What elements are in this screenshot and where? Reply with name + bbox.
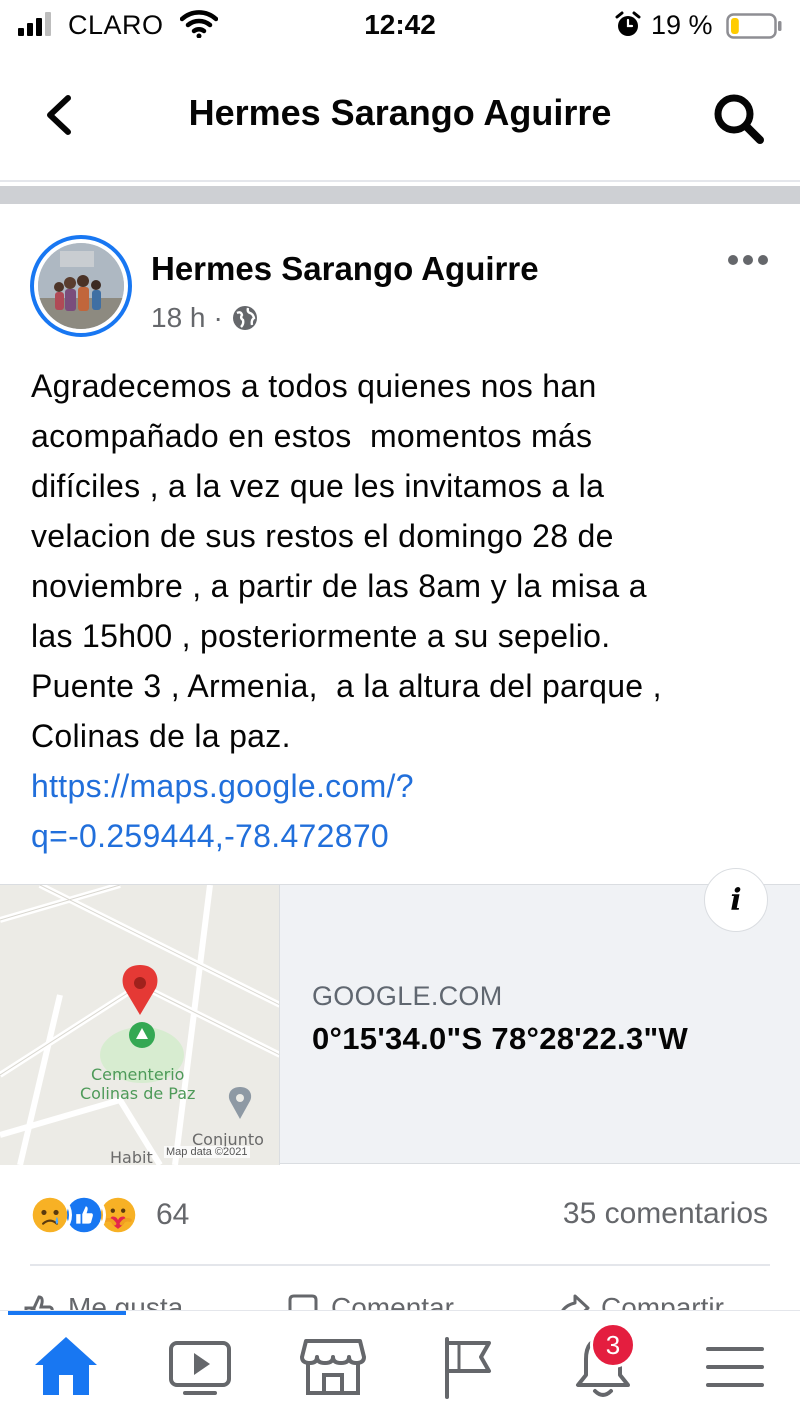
- thumbs-up-icon: [24, 1295, 54, 1312]
- share-icon: [560, 1294, 590, 1312]
- post-text-line: Colinas de la paz.: [31, 718, 291, 754]
- post-text-line: difíciles , a la vez que les invitamos a…: [31, 468, 605, 504]
- video-icon[interactable]: [165, 1331, 235, 1401]
- alarm-icon: [615, 11, 641, 36]
- status-bar: CLARO 12:42 19 %: [0, 0, 800, 52]
- globe-icon: [232, 306, 257, 330]
- share-label: Compartir: [601, 1292, 724, 1312]
- battery-percentage: 19 %: [651, 10, 713, 40]
- post-body: Agradecemos a todos quienes nos han acom…: [31, 361, 781, 861]
- avatar-photo: [38, 243, 124, 329]
- info-icon[interactable]: i: [704, 868, 768, 932]
- comment-icon: [288, 1294, 318, 1312]
- top-app-bar: Hermes Sarango Aguirre: [0, 52, 800, 180]
- sad-reaction-icon: [28, 1193, 72, 1237]
- map-place-label: Cementerio Colinas de Paz: [80, 1065, 196, 1103]
- post-text-line: Agradecemos a todos quienes nos han: [31, 368, 597, 404]
- post-text-line: Puente 3 , Armenia, a la altura del parq…: [31, 668, 662, 704]
- battery-icon: [726, 13, 782, 39]
- actions-divider: [30, 1264, 770, 1266]
- author-avatar[interactable]: [30, 235, 132, 337]
- like-button[interactable]: Me gusta: [22, 1292, 183, 1312]
- post-text-line: velacion de sus restos el domingo 28 de: [31, 518, 614, 554]
- comment-label: Comentar: [331, 1292, 454, 1312]
- header-divider: [0, 180, 800, 182]
- reaction-summary[interactable]: 64: [28, 1192, 189, 1238]
- preview-title: 0°15'34.0"S 78°28'22.3"W: [312, 1021, 689, 1056]
- pages-flag-icon[interactable]: [431, 1331, 501, 1401]
- map-habitat-label: Habit: [110, 1148, 153, 1165]
- maps-link-line[interactable]: q=-0.259444,-78.472870: [31, 811, 781, 861]
- more-options-icon[interactable]: [725, 248, 771, 272]
- menu-icon[interactable]: [700, 1331, 770, 1401]
- home-icon[interactable]: [31, 1331, 101, 1401]
- map-thumbnail: Cementerio Colinas de Paz Conjunto Habit…: [0, 885, 280, 1165]
- post-actions-row: Me gusta Comentar Compartir: [0, 1290, 800, 1312]
- preview-source-domain: GOOGLE.COM: [312, 981, 503, 1011]
- comments-count[interactable]: 35 comentarios: [563, 1197, 768, 1231]
- notification-badge: 3: [590, 1322, 636, 1368]
- reaction-count: 64: [156, 1198, 190, 1231]
- meta-separator: ·: [213, 302, 223, 333]
- like-label: Me gusta: [68, 1292, 184, 1312]
- map-graphic: [0, 885, 279, 1165]
- marketplace-icon[interactable]: [298, 1331, 368, 1401]
- link-preview-card[interactable]: Cementerio Colinas de Paz Conjunto Habit…: [0, 884, 800, 1165]
- post-meta: 18 h ·: [151, 302, 259, 334]
- page-title: Hermes Sarango Aguirre: [188, 92, 612, 133]
- active-tab-indicator: [8, 1311, 126, 1315]
- maps-link[interactable]: https://maps.google.com/? q=-0.259444,-7…: [31, 761, 781, 861]
- search-icon[interactable]: [710, 90, 768, 148]
- feed-separator: [0, 186, 800, 204]
- share-button[interactable]: Compartir: [555, 1292, 724, 1312]
- comment-button[interactable]: Comentar: [285, 1292, 454, 1312]
- post-timestamp[interactable]: 18 h: [151, 302, 206, 334]
- post-text-line: acompañado en estos momentos más: [31, 418, 593, 454]
- maps-link-line[interactable]: https://maps.google.com/?: [31, 761, 781, 811]
- post-author-name[interactable]: Hermes Sarango Aguirre: [151, 250, 539, 288]
- post-text-line: las 15h00 , posteriormente a su sepelio.: [31, 618, 611, 654]
- post-text-line: noviembre , a partir de las 8am y la mis…: [31, 568, 647, 604]
- bottom-navigation: [0, 1310, 800, 1420]
- map-credit: Map data ©2021: [164, 1146, 250, 1158]
